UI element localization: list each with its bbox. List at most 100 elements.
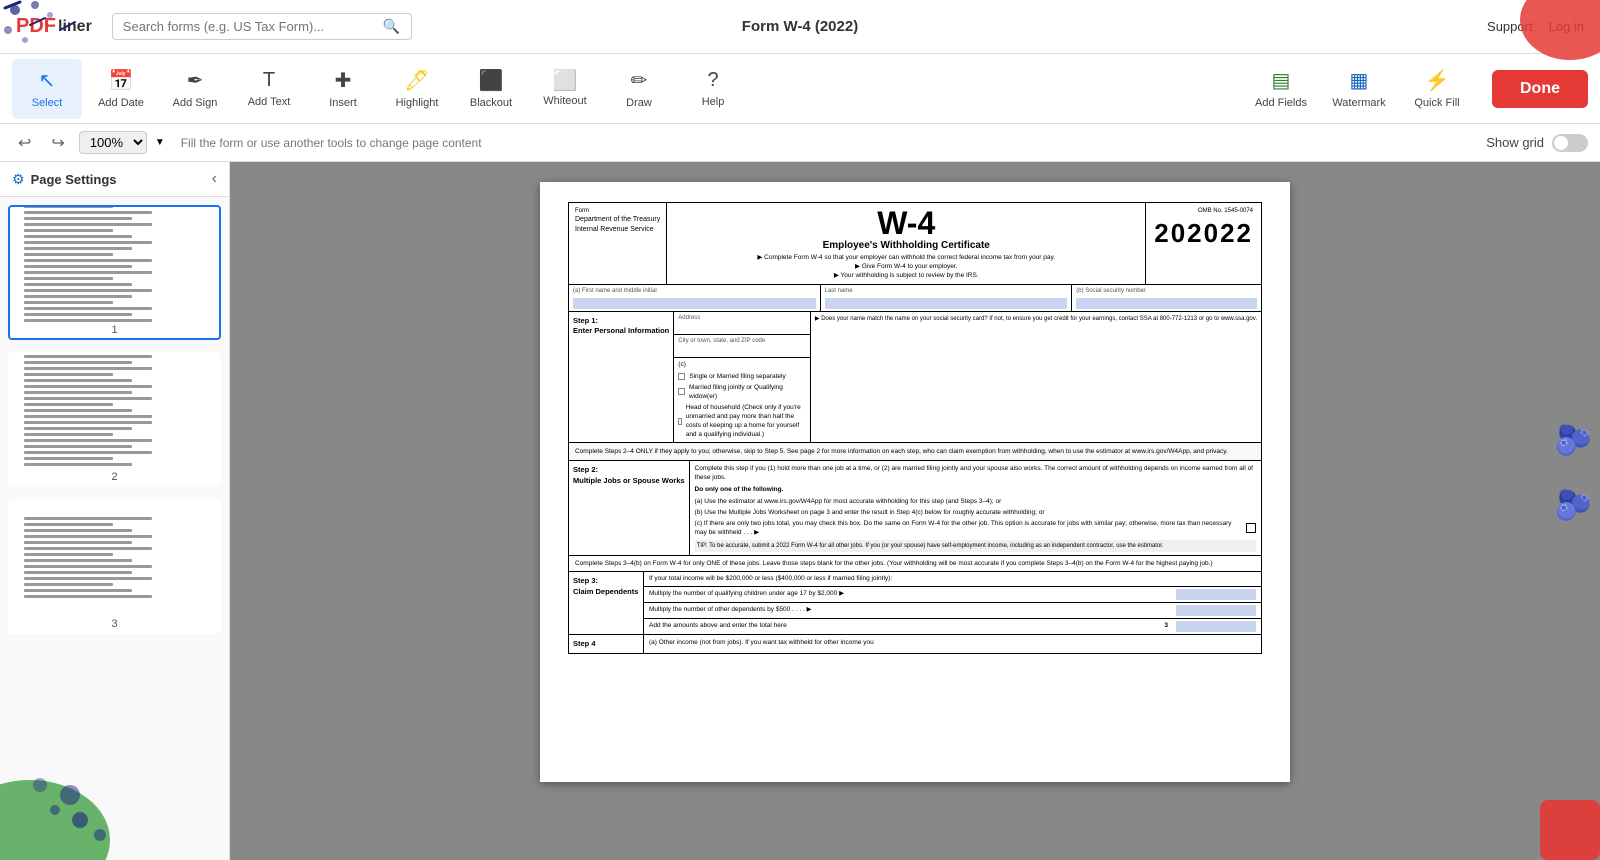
add-fields-tool[interactable]: ▤ Add Fields xyxy=(1246,59,1316,119)
w4-year-display: 202022 xyxy=(1154,215,1253,251)
thumb-line xyxy=(24,595,152,598)
married-checkbox[interactable] xyxy=(678,388,685,395)
highlight-icon: 🖊 xyxy=(404,68,429,93)
thumb-line xyxy=(24,283,133,286)
highlight-tool[interactable]: 🖊 Highlight xyxy=(382,59,452,119)
add-fields-label: Add Fields xyxy=(1255,97,1307,109)
step3-label-cell: Step 3: Claim Dependents xyxy=(569,572,644,633)
page-preview-2 xyxy=(10,354,165,469)
filing-single-row: Single or Married filing separately xyxy=(678,371,806,382)
step1-sublabel: Enter Personal Information xyxy=(573,326,669,337)
w4-title-block: W-4 Employee's Withholding Certificate ▶… xyxy=(666,203,1146,284)
support-link[interactable]: Support xyxy=(1487,19,1533,34)
step3-children-input[interactable] xyxy=(1176,589,1256,600)
step3-children-row: Multiply the number of qualifying childr… xyxy=(644,587,1261,603)
thumb-line xyxy=(24,397,152,400)
redo-button[interactable]: ↪ xyxy=(45,131,70,155)
w4-form-label-block: Form Department of the Treasury Internal… xyxy=(569,203,666,284)
zoom-select[interactable]: 100% xyxy=(79,131,147,154)
step2-option-a: (a) Use the estimator at www.irs.gov/W4A… xyxy=(695,497,1256,506)
done-button[interactable]: Done xyxy=(1492,70,1588,108)
lastname-input[interactable] xyxy=(825,298,1068,309)
thumb-line xyxy=(24,463,133,466)
step3-total-input[interactable] xyxy=(1176,621,1256,632)
draw-icon: ✏ xyxy=(631,68,648,93)
blackout-tool[interactable]: ⬛ Blackout xyxy=(456,59,526,119)
step1-label-cell: Step 1: Enter Personal Information xyxy=(569,312,674,443)
thumb-line xyxy=(24,577,152,580)
thumb-line xyxy=(24,541,133,544)
add-fields-icon: ▤ xyxy=(1272,68,1291,93)
sidebar-collapse-button[interactable]: ‹ xyxy=(212,170,217,188)
step2-c-checkbox[interactable] xyxy=(1246,523,1256,533)
thumb-line xyxy=(24,373,114,376)
watermark-label: Watermark xyxy=(1332,97,1385,109)
thumb-lines-2 xyxy=(18,354,158,469)
thumb-line xyxy=(24,307,152,310)
insert-label: Insert xyxy=(329,97,357,109)
w4-cert-title: Employee's Withholding Certificate xyxy=(671,239,1141,253)
help-tool[interactable]: ? Help xyxy=(678,59,748,119)
hoh-checkbox[interactable] xyxy=(678,418,681,425)
thumb-lines-1 xyxy=(18,207,158,322)
show-grid-toggle[interactable] xyxy=(1552,134,1588,152)
thumb-line xyxy=(24,421,152,424)
step4-a-text: (a) Other income (not from jobs). If you… xyxy=(649,639,874,646)
page-num-3: 3 xyxy=(10,616,219,632)
show-grid-label: Show grid xyxy=(1486,135,1544,150)
ssn-input[interactable] xyxy=(1076,298,1257,309)
step3-other-input[interactable] xyxy=(1176,605,1256,616)
add-date-label: Add Date xyxy=(98,97,144,109)
help-label: Help xyxy=(702,96,725,108)
filing-married-row: Married filing jointly or Qualifying wid… xyxy=(678,382,806,402)
add-text-tool[interactable]: T Add Text xyxy=(234,59,304,119)
insert-tool[interactable]: ✚ Insert xyxy=(308,59,378,119)
step3-other-row: Multiply the number of other dependents … xyxy=(644,603,1261,619)
login-link[interactable]: Log in xyxy=(1549,19,1584,34)
city-row: City or town, state, and ZIP code xyxy=(674,335,810,358)
undo-button[interactable]: ↩ xyxy=(12,131,37,155)
thumb-line xyxy=(24,427,133,430)
w4-year-omb-block: OMB No. 1545-0074 202022 xyxy=(1146,203,1261,284)
add-text-label: Add Text xyxy=(248,96,291,108)
watermark-tool[interactable]: ▦ Watermark xyxy=(1324,59,1394,119)
thumb-line xyxy=(24,445,133,448)
whiteout-tool[interactable]: ⬜ Whiteout xyxy=(530,59,600,119)
thumb-line xyxy=(24,265,133,268)
search-input[interactable] xyxy=(123,19,383,34)
draw-tool[interactable]: ✏ Draw xyxy=(604,59,674,119)
sidebar-title: Page Settings xyxy=(31,172,117,187)
thumb-line xyxy=(24,379,133,382)
add-sign-tool[interactable]: ✒ Add Sign xyxy=(160,59,230,119)
single-checkbox[interactable] xyxy=(678,373,685,380)
firstname-input[interactable] xyxy=(573,298,816,309)
page-thumb-1[interactable]: 1 xyxy=(8,205,221,340)
thumb-line xyxy=(24,529,133,532)
page-thumb-2[interactable]: 2 xyxy=(8,352,221,487)
w4-instruction-2: ▶ Give Form W-4 to your employer. xyxy=(671,262,1141,271)
select-tool[interactable]: ↖ Select xyxy=(12,59,82,119)
thumb-line xyxy=(24,433,114,436)
add-date-tool[interactable]: 📅 Add Date xyxy=(86,59,156,119)
search-box[interactable]: 🔍 xyxy=(112,13,412,40)
thumb-line xyxy=(24,235,133,238)
step2-intro-text: Complete this step if you (1) hold more … xyxy=(695,464,1256,482)
step3-num: Step 3: xyxy=(573,576,639,587)
thumb-line xyxy=(24,223,152,226)
sign-icon: ✒ xyxy=(187,68,204,93)
insert-icon: ✚ xyxy=(335,68,352,93)
calendar-icon: 📅 xyxy=(109,68,134,93)
zoom-dropdown-icon: ▼ xyxy=(155,137,165,148)
thumb-line xyxy=(24,211,152,214)
pdf-viewer[interactable]: Form Department of the Treasury Internal… xyxy=(230,162,1600,860)
city-input[interactable] xyxy=(678,345,806,355)
thumb-line xyxy=(24,583,114,586)
thumb-line xyxy=(24,403,114,406)
address-input[interactable] xyxy=(678,322,806,332)
quick-fill-tool[interactable]: ⚡ Quick Fill xyxy=(1402,59,1472,119)
thumb-line xyxy=(24,451,152,454)
irs-label: Internal Revenue Service xyxy=(575,225,660,235)
page-thumb-3[interactable]: 3 xyxy=(8,499,221,634)
show-grid-control: Show grid xyxy=(1486,134,1588,152)
whiteout-label: Whiteout xyxy=(543,95,586,107)
